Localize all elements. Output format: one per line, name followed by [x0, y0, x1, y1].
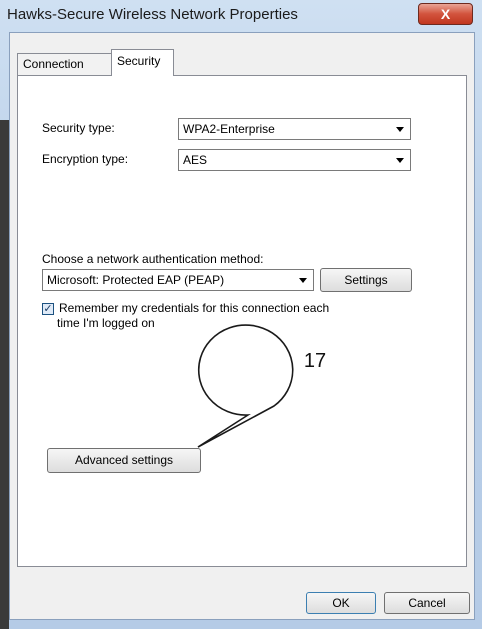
encryption-type-value: AES — [183, 153, 208, 167]
remember-credentials-line1: Remember my credentials for this connect… — [59, 301, 330, 315]
auth-method-value: Microsoft: Protected EAP (PEAP) — [47, 273, 225, 287]
tab-security[interactable]: Security — [111, 49, 174, 76]
remember-credentials-checkbox[interactable]: ✓ — [42, 303, 54, 315]
chevron-down-icon — [396, 158, 404, 163]
tab-connection[interactable]: Connection — [17, 53, 112, 75]
encryption-type-dropdown[interactable]: AES — [178, 149, 411, 171]
remember-credentials-label: Remember my credentials for this connect… — [57, 301, 330, 331]
security-tab-panel: Security type: WPA2-Enterprise Encryptio… — [17, 75, 467, 567]
dialog-client-area: Connection Security Security type: WPA2-… — [9, 32, 475, 620]
close-icon: X — [440, 6, 451, 22]
close-button[interactable]: X — [418, 3, 473, 25]
encryption-type-label: Encryption type: — [42, 152, 129, 166]
settings-button[interactable]: Settings — [320, 268, 412, 292]
auth-method-dropdown[interactable]: Microsoft: Protected EAP (PEAP) — [42, 269, 314, 291]
security-type-label: Security type: — [42, 121, 115, 135]
window-title: Hawks-Secure Wireless Network Properties — [7, 6, 298, 23]
background-edge — [0, 120, 9, 629]
auth-method-label: Choose a network authentication method: — [42, 252, 264, 266]
chevron-down-icon — [396, 127, 404, 132]
security-type-value: WPA2-Enterprise — [183, 122, 275, 136]
cancel-button[interactable]: Cancel — [384, 592, 470, 614]
callout-number: 17 — [303, 350, 327, 372]
security-type-dropdown[interactable]: WPA2-Enterprise — [178, 118, 411, 140]
advanced-settings-button[interactable]: Advanced settings — [47, 448, 201, 473]
remember-credentials-line2: time I'm logged on — [57, 316, 155, 330]
chevron-down-icon — [299, 278, 307, 283]
ok-button[interactable]: OK — [306, 592, 376, 614]
